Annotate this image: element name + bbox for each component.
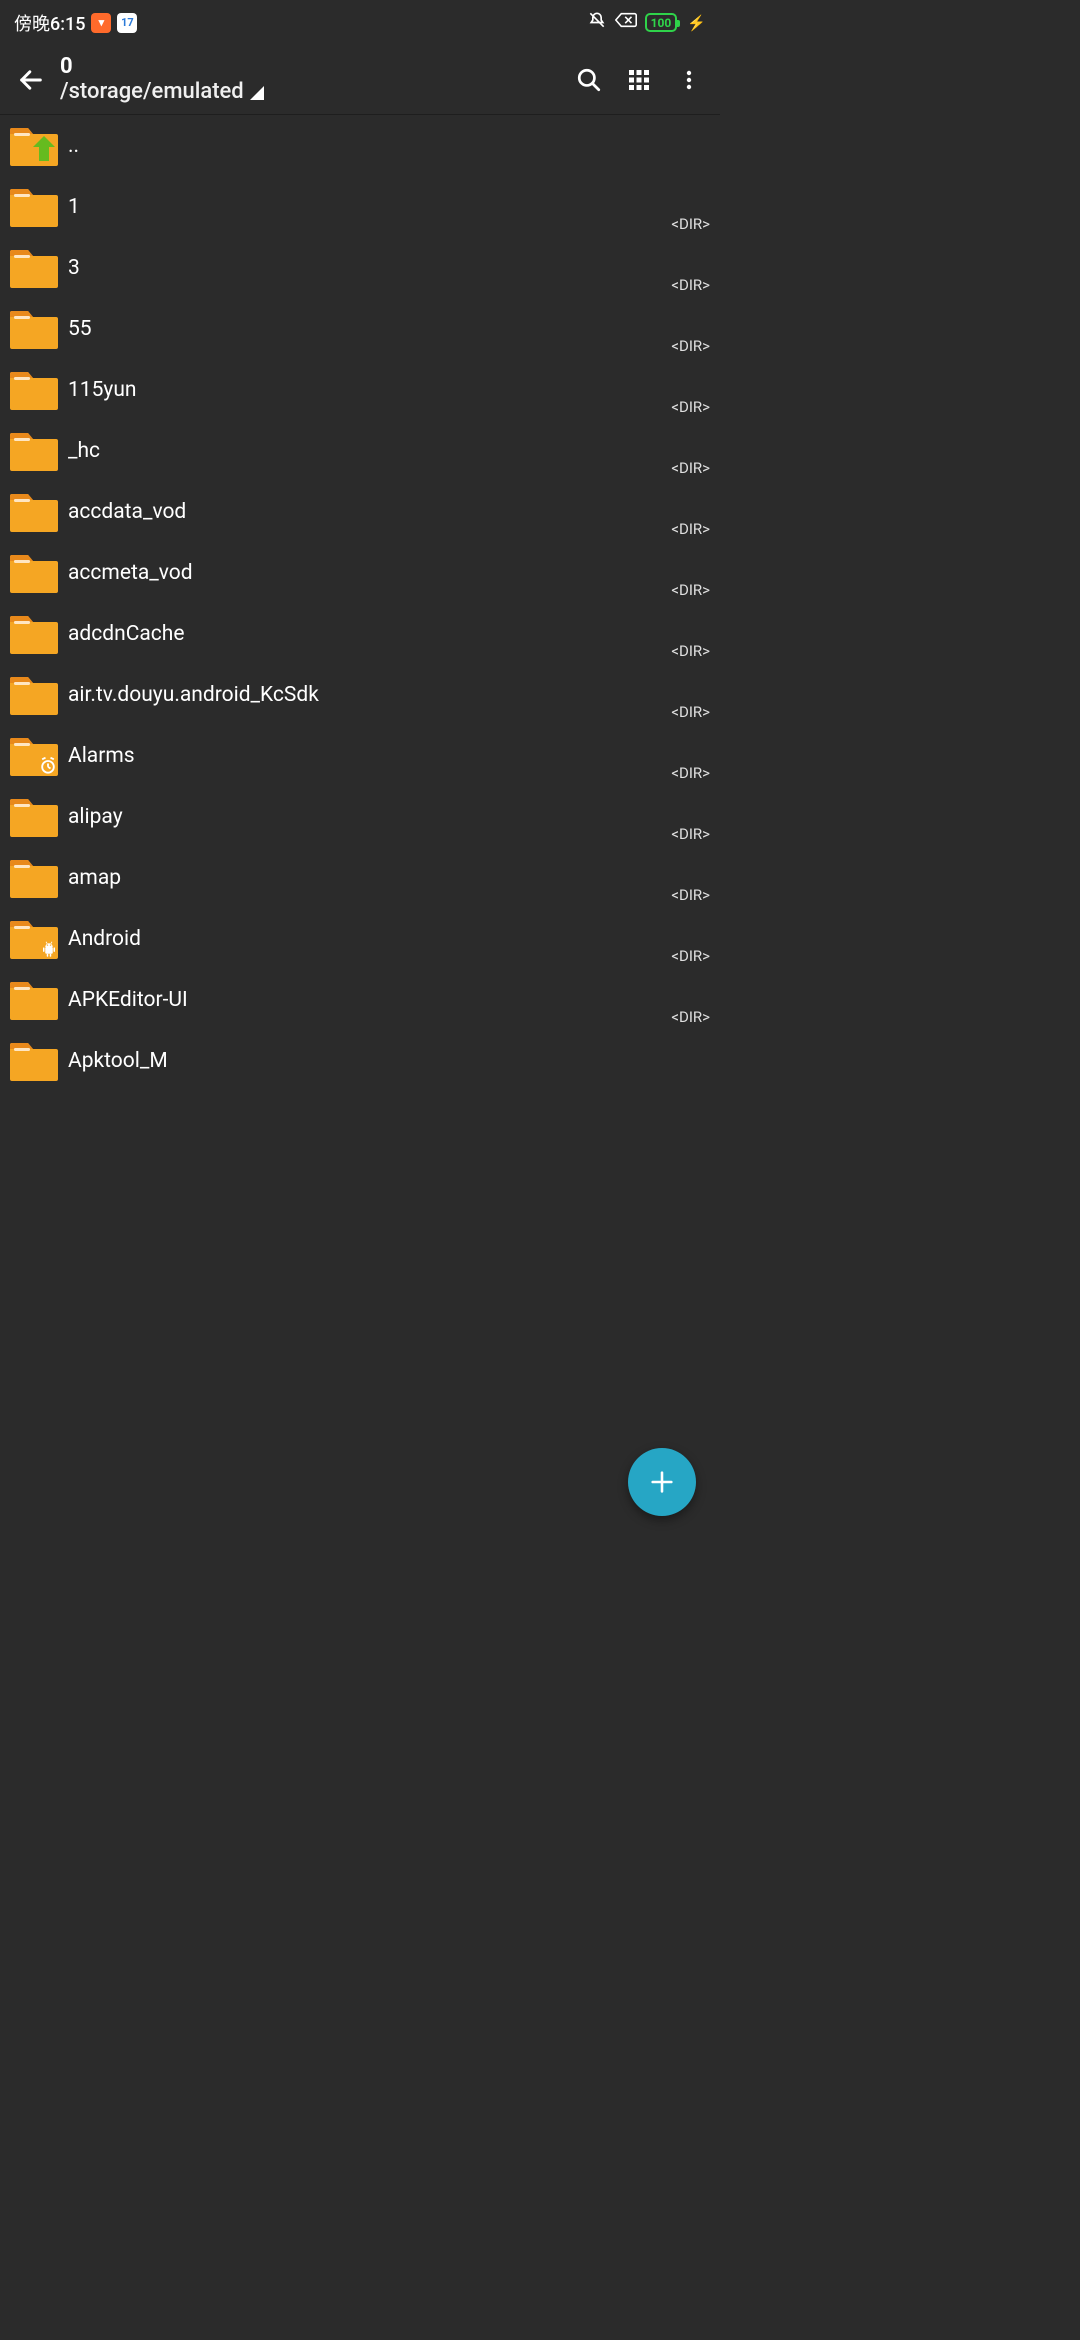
folder-icon (8, 1039, 60, 1083)
entry-name: accmeta_vod (68, 561, 671, 585)
dir-tag: <DIR> (671, 398, 710, 416)
dir-tag: <DIR> (671, 520, 710, 538)
entry-name: air.tv.douyu.android_KcSdk (68, 683, 671, 707)
grid-view-button[interactable] (614, 55, 664, 105)
entry-name: amap (68, 866, 671, 890)
dir-tag: <DIR> (671, 1008, 710, 1026)
folder-row[interactable]: adcdnCache<DIR> (0, 603, 720, 664)
entry-name: 1 (68, 195, 671, 219)
dir-tag: <DIR> (671, 642, 710, 660)
folder-row[interactable]: Apktool_M (0, 1030, 720, 1091)
entry-name: adcdnCache (68, 622, 671, 646)
overflow-menu-button[interactable] (664, 55, 714, 105)
entry-name: Android (68, 927, 671, 951)
folder-icon (8, 185, 60, 229)
folder-icon (8, 368, 60, 412)
folder-icon (8, 856, 60, 900)
entry-name: Alarms (68, 744, 671, 768)
folder-row[interactable]: APKEditor-UI<DIR> (0, 969, 720, 1030)
folder-row[interactable]: air.tv.douyu.android_KcSdk<DIR> (0, 664, 720, 725)
folder-path: /storage/emulated (60, 79, 244, 104)
folder-icon (8, 612, 60, 656)
dir-tag: <DIR> (671, 581, 710, 599)
status-bar: 傍晚6:15 ▾ 17 100 ⚡ (0, 0, 720, 45)
charging-icon: ⚡ (687, 14, 706, 32)
status-clock: 傍晚6:15 (14, 10, 85, 36)
status-left: 傍晚6:15 ▾ 17 (14, 10, 137, 36)
folder-icon (8, 917, 60, 961)
parent-dir-row[interactable]: .. (0, 115, 720, 176)
clock-overlay-icon (38, 756, 58, 776)
toolbar-title-block[interactable]: 0 /storage/emulated (56, 55, 564, 104)
notif-icon-app1: ▾ (91, 13, 111, 33)
battery-icon: 100 (645, 13, 678, 32)
dir-tag: <DIR> (671, 215, 710, 233)
folder-row[interactable]: 1<DIR> (0, 176, 720, 237)
dir-tag: <DIR> (671, 337, 710, 355)
dir-tag: <DIR> (671, 825, 710, 843)
folder-icon (8, 978, 60, 1022)
dir-tag: <DIR> (671, 703, 710, 721)
folder-name: 0 (60, 55, 564, 79)
folder-row[interactable]: 115yun<DIR> (0, 359, 720, 420)
dir-tag: <DIR> (671, 886, 710, 904)
folder-icon (8, 795, 60, 839)
entry-name: _hc (68, 439, 671, 463)
folder-row[interactable]: accdata_vod<DIR> (0, 481, 720, 542)
path-dropdown-icon (250, 85, 264, 104)
folder-row[interactable]: accmeta_vod<DIR> (0, 542, 720, 603)
back-button[interactable] (6, 55, 56, 105)
entry-name: .. (68, 134, 710, 158)
folder-row[interactable]: Android<DIR> (0, 908, 720, 969)
folder-icon (8, 246, 60, 290)
toolbar: 0 /storage/emulated (0, 45, 720, 115)
folder-icon (8, 551, 60, 595)
entry-name: alipay (68, 805, 671, 829)
entry-name: 3 (68, 256, 671, 280)
folder-icon (8, 429, 60, 473)
folder-row[interactable]: 3<DIR> (0, 237, 720, 298)
dir-tag: <DIR> (671, 276, 710, 294)
folder-icon (8, 307, 60, 351)
folder-row[interactable]: _hc<DIR> (0, 420, 720, 481)
folder-icon (8, 490, 60, 534)
dir-tag: <DIR> (671, 459, 710, 477)
folder-icon (8, 673, 60, 717)
dir-tag: <DIR> (671, 947, 710, 965)
folder-row[interactable]: Alarms<DIR> (0, 725, 720, 786)
folder-row[interactable]: 55<DIR> (0, 298, 720, 359)
status-right: 100 ⚡ (587, 10, 706, 35)
entry-name: APKEditor-UI (68, 988, 671, 1012)
search-button[interactable] (564, 55, 614, 105)
entry-name: Apktool_M (68, 1049, 710, 1073)
entry-name: 55 (68, 317, 671, 341)
folder-row[interactable]: alipay<DIR> (0, 786, 720, 847)
notif-icon-calendar: 17 (117, 13, 137, 33)
file-list[interactable]: .. 1<DIR> 3<DIR> 55<DIR> 115yun<DIR> _hc… (0, 115, 720, 1560)
entry-name: accdata_vod (68, 500, 671, 524)
folder-row[interactable]: amap<DIR> (0, 847, 720, 908)
folder-up-icon (8, 124, 60, 168)
folder-icon (8, 734, 60, 778)
add-fab[interactable] (628, 1448, 696, 1516)
dir-tag: <DIR> (671, 764, 710, 782)
android-overlay-icon (40, 941, 58, 959)
entry-name: 115yun (68, 378, 671, 402)
mute-icon (587, 10, 607, 35)
delete-text-icon (615, 11, 637, 34)
